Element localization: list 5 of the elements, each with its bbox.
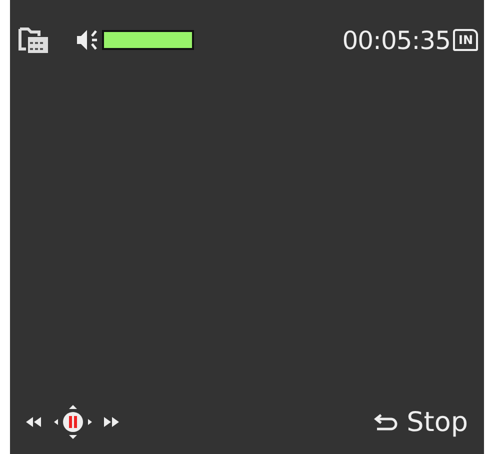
folder-icon xyxy=(18,25,50,55)
input-badge: IN xyxy=(453,29,478,51)
return-arrow-icon xyxy=(372,412,399,432)
stop-label[interactable]: Stop xyxy=(406,406,468,438)
elapsed-time: 00:05:35 xyxy=(342,26,450,54)
